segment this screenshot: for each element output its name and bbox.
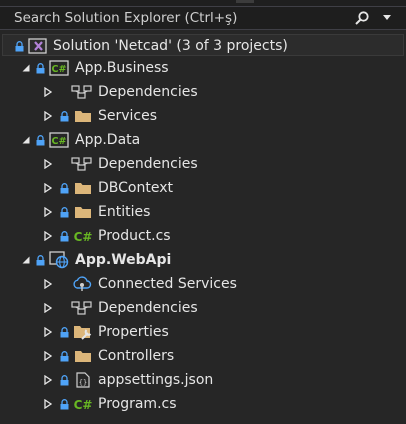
- folder-label: DBContext: [98, 180, 173, 196]
- tree-item-webapi-controllers[interactable]: Controllers: [0, 344, 406, 368]
- svg-text:C#: C#: [74, 398, 93, 411]
- chevron-right-icon[interactable]: [42, 104, 54, 128]
- dependencies-label: Dependencies: [98, 300, 198, 316]
- lock-icon: [34, 56, 46, 80]
- lock-icon: [34, 128, 46, 152]
- chevron-right-icon[interactable]: [42, 392, 54, 416]
- lock-icon: [58, 224, 70, 248]
- chevron-right-icon[interactable]: [42, 224, 54, 248]
- tree-item-webapi-properties[interactable]: Properties: [0, 320, 406, 344]
- chevron-right-icon[interactable]: [42, 152, 54, 176]
- file-label: Program.cs: [98, 396, 177, 412]
- solution-explorer-panel: Solution 'Netcad' (3 of 3 projects) C# A…: [0, 0, 406, 424]
- dependencies-label: Dependencies: [98, 156, 198, 172]
- tree-item-solution[interactable]: Solution 'Netcad' (3 of 3 projects): [2, 34, 404, 56]
- folder-icon: [72, 200, 94, 224]
- search-icon[interactable]: [350, 8, 374, 28]
- tree-item-data-entities[interactable]: Entities: [0, 200, 406, 224]
- solution-label: Solution 'Netcad' (3 of 3 projects): [53, 38, 288, 54]
- lock-icon: [58, 176, 70, 200]
- dependencies-icon: [70, 152, 94, 176]
- connected-services-label: Connected Services: [98, 276, 237, 292]
- csharp-file-icon: C#: [72, 392, 94, 416]
- chevron-expanded-icon[interactable]: [20, 128, 32, 152]
- chevron-right-icon[interactable]: [42, 368, 54, 392]
- svg-text:C#: C#: [74, 230, 93, 243]
- folder-icon: [72, 344, 94, 368]
- lock-icon: [58, 368, 70, 392]
- csharp-project-icon: C#: [48, 56, 70, 80]
- lock-icon: [34, 248, 46, 272]
- svg-text:C#: C#: [52, 136, 67, 147]
- chevron-right-icon[interactable]: [42, 176, 54, 200]
- chevron-expanded-icon[interactable]: [20, 248, 32, 272]
- csharp-project-icon: C#: [48, 128, 70, 152]
- tab-accent: [236, 0, 254, 3]
- tree-item-data-product[interactable]: C# Product.cs: [0, 224, 406, 248]
- json-file-icon: {}: [72, 368, 94, 392]
- dependencies-icon: [70, 296, 94, 320]
- tree-item-app-webapi[interactable]: App.WebApi: [0, 248, 406, 272]
- dependencies-icon: [70, 80, 94, 104]
- file-label: appsettings.json: [98, 372, 214, 388]
- folder-label: Entities: [98, 204, 151, 220]
- lock-icon: [58, 392, 70, 416]
- solution-icon: [27, 35, 49, 57]
- lock-icon: [58, 344, 70, 368]
- folder-icon: [72, 104, 94, 128]
- tree-item-data-dependencies[interactable]: Dependencies: [0, 152, 406, 176]
- chevron-right-icon[interactable]: [42, 272, 54, 296]
- tree-item-data-dbcontext[interactable]: DBContext: [0, 176, 406, 200]
- tree-item-business-dependencies[interactable]: Dependencies: [0, 80, 406, 104]
- lock-icon: [58, 320, 70, 344]
- search-bar: [0, 6, 406, 30]
- svg-text:{}: {}: [79, 379, 87, 387]
- chevron-right-icon[interactable]: [42, 80, 54, 104]
- lock-icon: [58, 200, 70, 224]
- lock-icon: [58, 104, 70, 128]
- search-input[interactable]: [0, 8, 350, 28]
- project-label: App.Business: [75, 60, 169, 76]
- chevron-right-icon[interactable]: [42, 344, 54, 368]
- properties-folder-wrench-icon: [72, 320, 94, 344]
- search-options-chevron-down-icon[interactable]: [382, 8, 392, 28]
- tree-item-business-services[interactable]: Services: [0, 104, 406, 128]
- project-label: App.Data: [75, 132, 141, 148]
- chevron-expanded-icon[interactable]: [20, 56, 32, 80]
- tree-item-app-data[interactable]: C# App.Data: [0, 128, 406, 152]
- chevron-right-icon[interactable]: [42, 320, 54, 344]
- tree-item-webapi-appsettings[interactable]: {} appsettings.json: [0, 368, 406, 392]
- solution-tree: Solution 'Netcad' (3 of 3 projects) C# A…: [0, 34, 406, 416]
- dependencies-label: Dependencies: [98, 84, 198, 100]
- tree-item-app-business[interactable]: C# App.Business: [0, 56, 406, 80]
- file-label: Product.cs: [98, 228, 171, 244]
- tree-item-webapi-connected-services[interactable]: Connected Services: [0, 272, 406, 296]
- connected-services-cloud-icon: [70, 272, 94, 296]
- tree-item-webapi-program[interactable]: C# Program.cs: [0, 392, 406, 416]
- tree-item-webapi-dependencies[interactable]: Dependencies: [0, 296, 406, 320]
- web-project-icon: [48, 248, 70, 272]
- folder-label: Services: [98, 108, 158, 124]
- folder-icon: [72, 176, 94, 200]
- lock-icon: [13, 35, 25, 57]
- csharp-file-icon: C#: [72, 224, 94, 248]
- startup-project-label: App.WebApi: [75, 252, 172, 268]
- chevron-right-icon[interactable]: [42, 200, 54, 224]
- folder-label: Properties: [98, 324, 169, 340]
- chevron-right-icon[interactable]: [42, 296, 54, 320]
- folder-label: Controllers: [98, 348, 175, 364]
- svg-text:C#: C#: [52, 64, 67, 75]
